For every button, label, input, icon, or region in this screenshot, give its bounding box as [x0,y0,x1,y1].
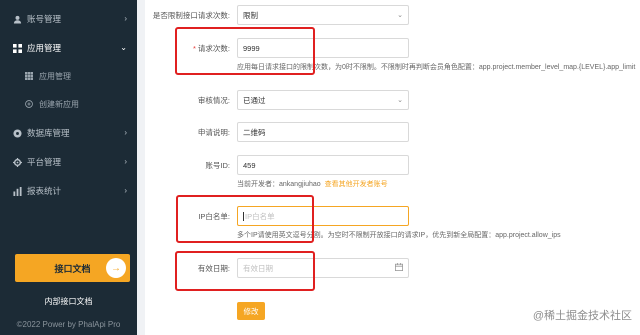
sidebar-item-account[interactable]: 账号管理 › [0,9,137,29]
account-id-help: 当前开发者：ankangjiuhao 查看其他开发者账号 [237,179,388,189]
description-value: 二维码 [243,127,266,137]
audit-select[interactable]: 已通过 ⌄ [237,90,409,110]
sidebar-item-app-management[interactable]: 应用管理 ⌄ [0,38,137,58]
chevron-down-icon: ⌄ [120,43,127,52]
sidebar-item-platform[interactable]: 平台管理 › [0,152,137,172]
sidebar-item-label: 数据库管理 [27,128,70,138]
sidebar-item-database[interactable]: 数据库管理 › [0,123,137,143]
chevron-right-icon: › [124,186,127,195]
api-doc-button-label: 接口文档 [54,263,91,274]
form-row-audit: 审核情况: 已通过 ⌄ [145,90,640,110]
copyright: ©2022 Power by PhalApi Pro [16,320,121,329]
audit-select-value: 已通过 [243,95,266,105]
chevron-right-icon: › [124,157,127,166]
chevron-right-icon: › [124,14,127,23]
chevron-down-icon: ⌄ [397,97,403,104]
plus-circle-icon [24,99,34,109]
user-icon [12,14,22,24]
highlight-box-request-count [175,27,315,75]
api-doc-button[interactable]: 接口文档 → [15,254,130,282]
sidebar-subitem-label: 创建新应用 [39,99,79,109]
arrow-right-icon: → [106,258,126,278]
sidebar-subitem-create-app[interactable]: 创建新应用 [0,94,137,114]
limit-select-value: 限制 [243,10,258,20]
limit-select[interactable]: 限制 ⌄ [237,5,409,25]
chevron-down-icon: ⌄ [397,12,403,19]
description-input[interactable]: 二维码 [237,122,409,142]
account-id-label: 账号ID: [205,161,230,170]
sidebar-item-label: 账号管理 [27,14,62,24]
highlight-box-ip-whitelist [176,195,314,243]
current-developer-text: 当前开发者：ankangjiuhao [237,181,321,188]
database-icon [12,128,22,138]
grid-icon [12,43,22,53]
calendar-icon [395,263,403,273]
gear-icon [12,157,22,167]
form-card: 是否限制接口请求次数: 限制 ⌄ * 请求次数: 9999 应用每日请求接口的限制… [145,0,640,335]
form-row-description: 申请说明: 二维码 [145,122,640,142]
audit-label: 审核情况: [197,96,230,105]
submit-button[interactable]: 修改 [237,302,265,320]
form-row-limit: 是否限制接口请求次数: 限制 ⌄ [145,5,640,25]
account-id-input[interactable]: 459 [237,155,409,175]
form-row-account-id: 账号ID: 459 [145,155,640,175]
sidebar-item-label: 报表统计 [27,186,62,196]
sidebar-item-reports[interactable]: 报表统计 › [0,181,137,201]
watermark: @稀土掘金技术社区 [532,310,632,322]
sidebar-item-label: 应用管理 [27,43,62,53]
view-other-accounts-link[interactable]: 查看其他开发者账号 [325,181,388,188]
sidebar-subitem-app-management[interactable]: 应用管理 [0,66,137,86]
highlight-box-expiry [175,251,315,291]
sidebar: 账号管理 › 应用管理 ⌄ 应用管理 创建新应用 数据库管理 › 平台管理 › … [0,0,137,335]
sidebar-subitem-label: 应用管理 [39,71,71,81]
account-id-value: 459 [243,160,256,170]
bar-chart-icon [12,186,22,196]
chevron-right-icon: › [124,128,127,137]
description-label: 申请说明: [197,128,230,137]
sidebar-item-label: 平台管理 [27,157,62,167]
main-content: 是否限制接口请求次数: 限制 ⌄ * 请求次数: 9999 应用每日请求接口的限制… [137,0,640,335]
app-root: 账号管理 › 应用管理 ⌄ 应用管理 创建新应用 数据库管理 › 平台管理 › … [0,0,640,335]
limit-label: 是否限制接口请求次数: [152,11,230,20]
grid-icon [24,71,34,81]
internal-doc-link[interactable]: 内部接口文档 [0,296,137,307]
